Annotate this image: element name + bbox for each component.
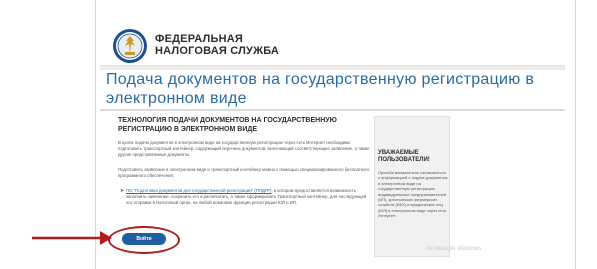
org-name-line1: ФЕДЕРАЛЬНАЯ — [155, 33, 243, 45]
notice-text: Просьба внимательно ознакомиться с инфор… — [378, 170, 448, 219]
notice-title: УВАЖАЕМЫЕ ПОЛЬЗОВАТЕЛИ! — [378, 150, 430, 163]
ppdgr-link[interactable]: ПО "Подготовка документов для государств… — [126, 188, 271, 193]
bullet-arrow-icon: ➤ — [120, 188, 125, 194]
section-title: ТЕХНОЛОГИЯ ПОДАЧИ ДОКУМЕНТОВ НА ГОСУДАРС… — [118, 117, 337, 133]
org-name-line2: НАЛОГОВАЯ СЛУЖБА — [155, 45, 280, 57]
page-title: Подача документов на государственную рег… — [106, 71, 535, 107]
software-paragraph: Подготовить заявление в электронном виде… — [118, 167, 370, 178]
list-item: ➤ ПО "Подготовка документов для государс… — [120, 188, 372, 206]
intro-paragraph: В целях подачи документов в электронном … — [118, 140, 370, 157]
org-name: ФЕДЕРАЛЬНАЯ НАЛОГОВАЯ СЛУЖБА — [155, 33, 279, 57]
windows-activation-watermark: Активация Windows — [426, 246, 482, 252]
annotation-arrow-icon — [32, 231, 112, 245]
fns-emblem-icon — [113, 29, 147, 63]
login-button[interactable]: Войти — [122, 233, 166, 245]
title-underline — [100, 109, 565, 111]
